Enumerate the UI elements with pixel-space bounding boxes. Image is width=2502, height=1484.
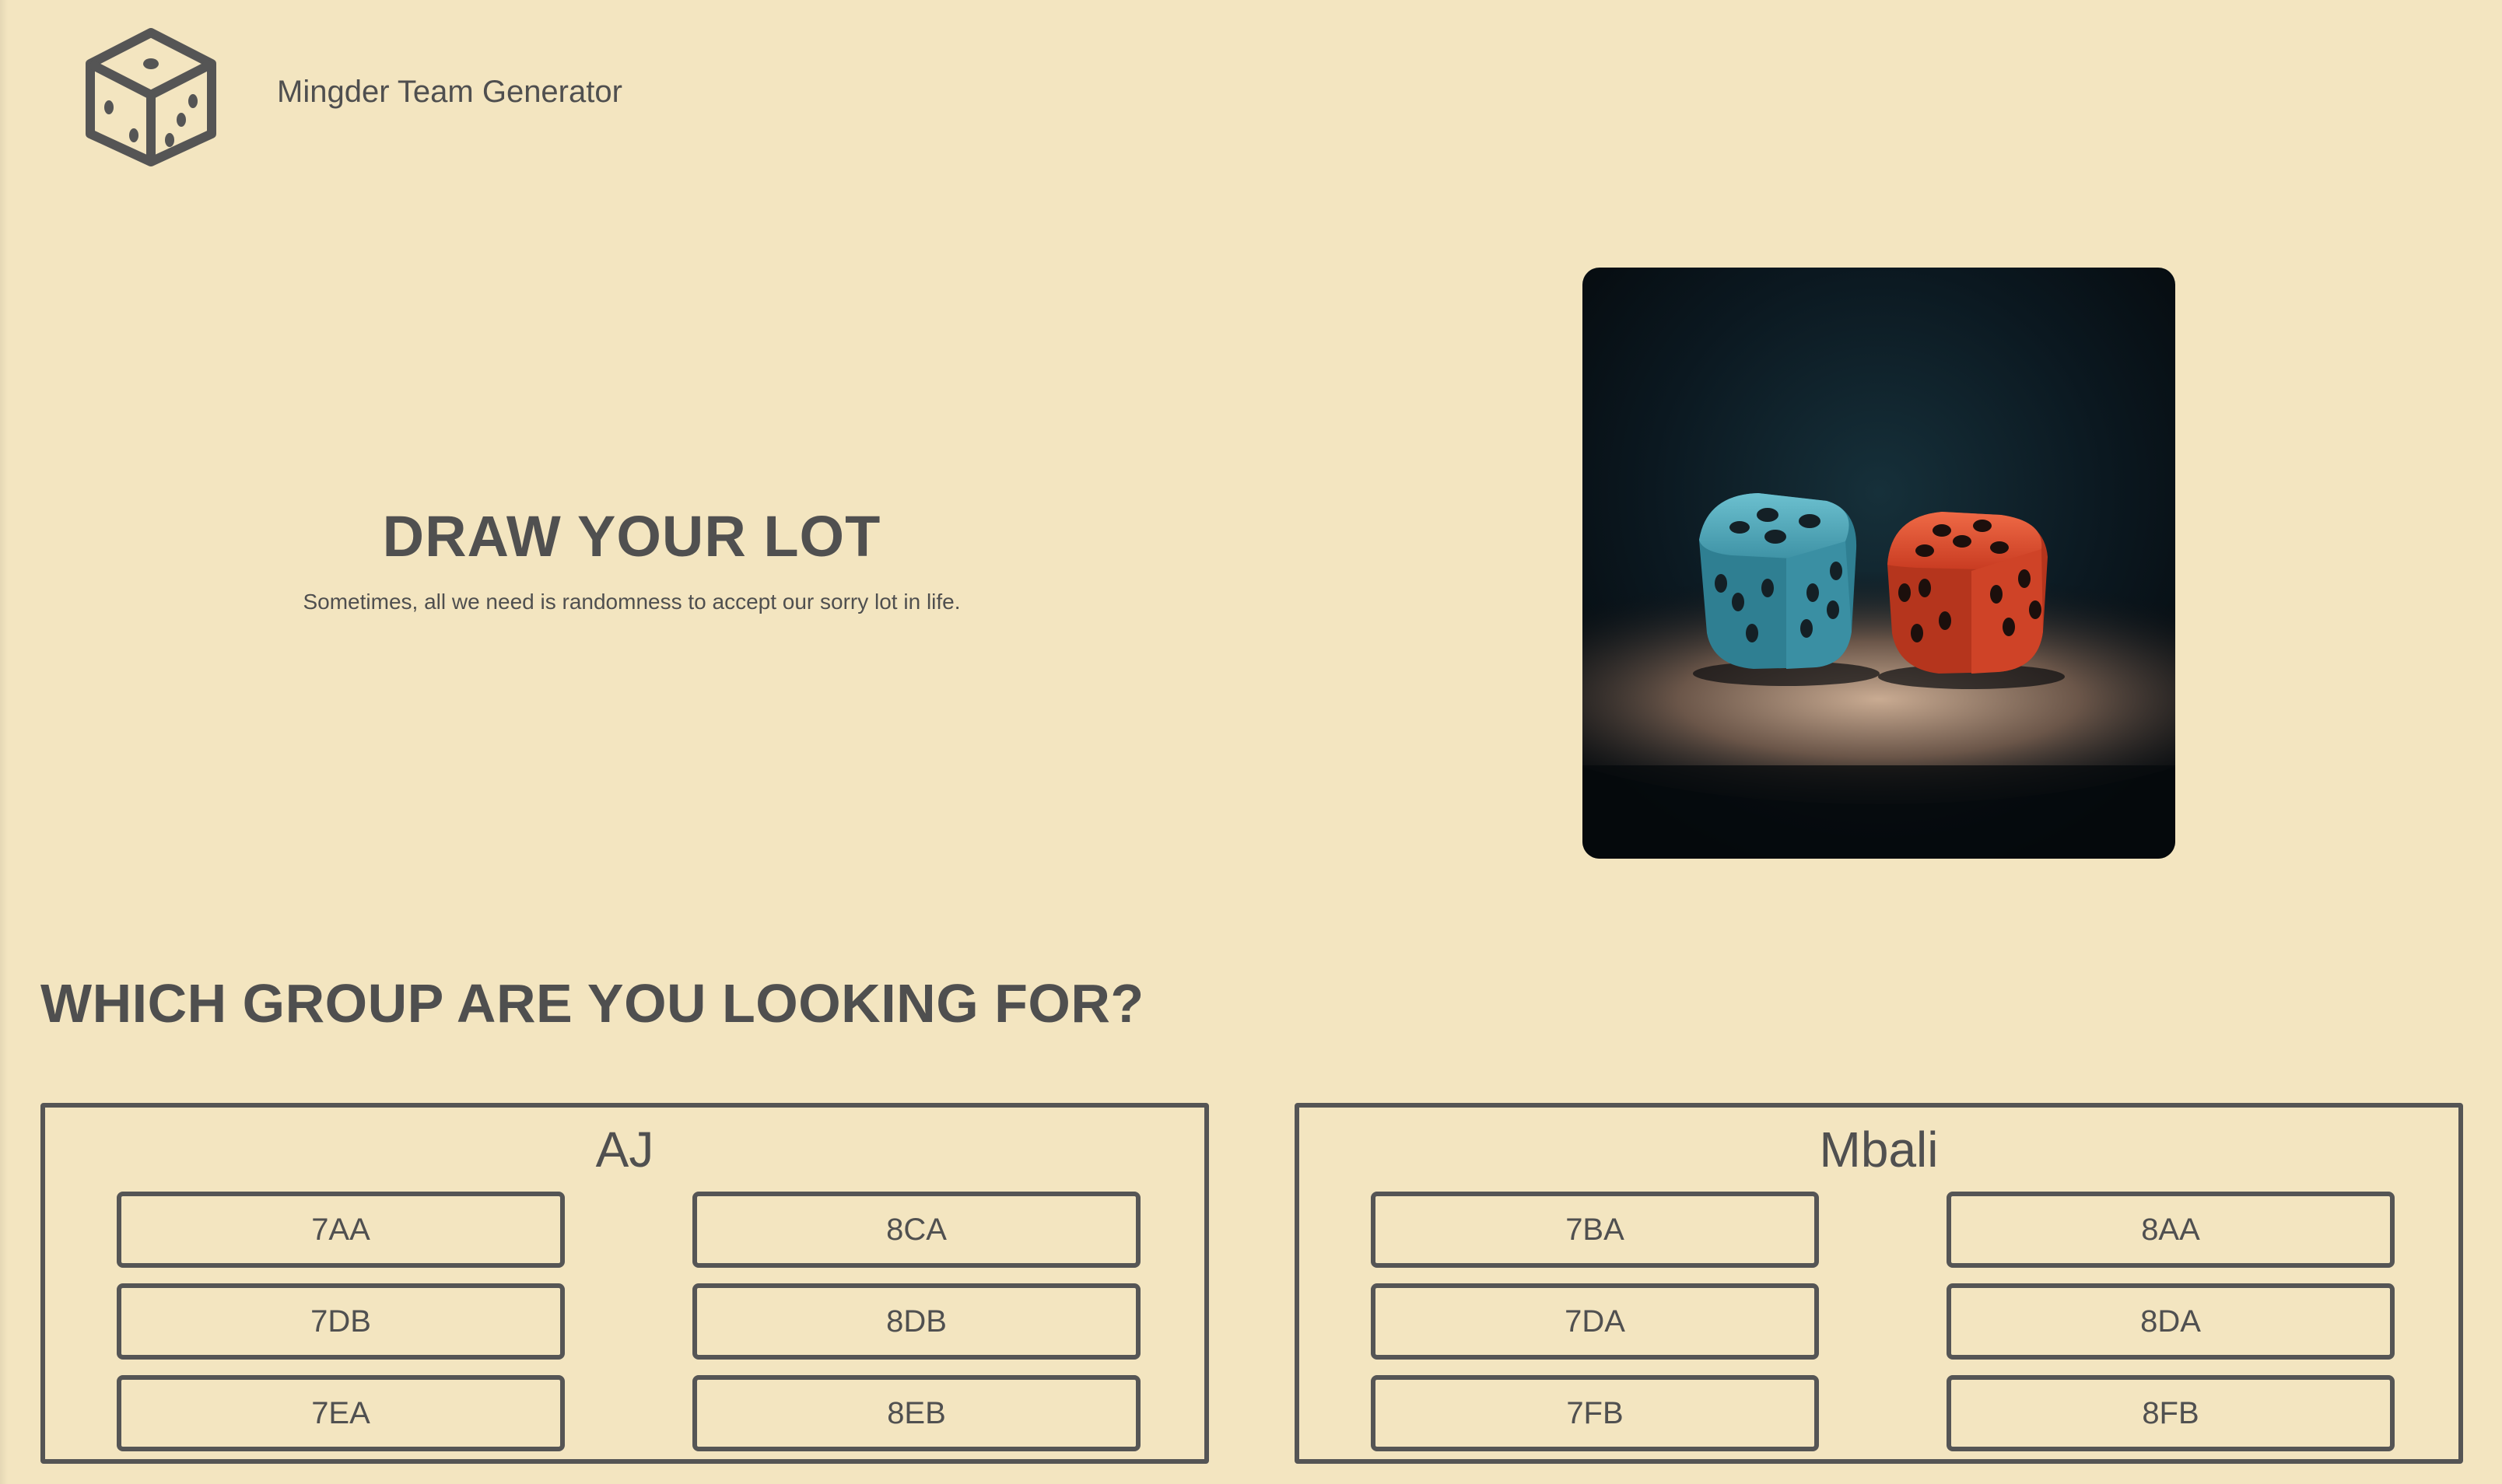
class-button-8fb[interactable]: 8FB xyxy=(1947,1375,2395,1451)
brand-name[interactable]: Mingder Team Generator xyxy=(277,75,622,110)
class-button-7ea[interactable]: 7EA xyxy=(117,1375,565,1451)
class-button-8aa[interactable]: 8AA xyxy=(1947,1192,2395,1268)
class-button-8da[interactable]: 8DA xyxy=(1947,1283,2395,1360)
left-edge-shade xyxy=(0,0,8,1484)
hero-text-block: DRAW YOUR LOT Sometimes, all we need is … xyxy=(165,498,1099,618)
class-button-7da[interactable]: 7DA xyxy=(1371,1283,1819,1360)
group-section-title: WHICH GROUP ARE YOU LOOKING FOR? xyxy=(40,973,1144,1034)
class-button-8db[interactable]: 8DB xyxy=(692,1283,1141,1360)
class-button-7aa[interactable]: 7AA xyxy=(117,1192,565,1268)
group-panel-mbali: Mbali 7BA 8AA 7DA 8DA 7FB 8FB xyxy=(1295,1103,2463,1464)
group-panel-aj: AJ 7AA 8CA 7DB 8DB 7EA 8EB xyxy=(40,1103,1209,1464)
panel-title-aj: AJ xyxy=(595,1122,654,1178)
dice-hero-image xyxy=(1582,268,2175,859)
hero-title: DRAW YOUR LOT xyxy=(382,504,881,569)
class-button-7fb[interactable]: 7FB xyxy=(1371,1375,1819,1451)
panel-title-mbali: Mbali xyxy=(1819,1122,1939,1178)
dice-icon[interactable] xyxy=(82,25,219,168)
class-button-8ca[interactable]: 8CA xyxy=(692,1192,1141,1268)
class-button-7db[interactable]: 7DB xyxy=(117,1283,565,1360)
hero-subtitle: Sometimes, all we need is randomness to … xyxy=(303,590,961,614)
class-button-8eb[interactable]: 8EB xyxy=(692,1375,1141,1451)
class-button-7ba[interactable]: 7BA xyxy=(1371,1192,1819,1268)
